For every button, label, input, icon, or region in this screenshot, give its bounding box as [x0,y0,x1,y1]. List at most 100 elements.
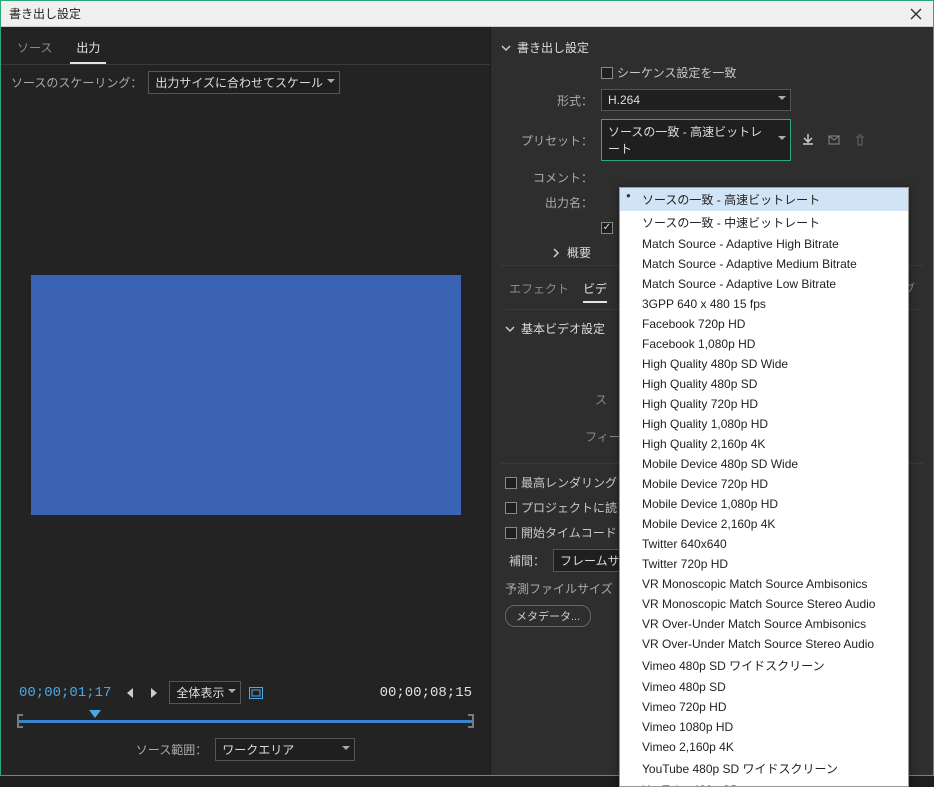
next-frame-icon[interactable] [145,684,163,702]
match-sequence-row: シーケンス設定を一致 [501,60,923,85]
preset-label: プリセット： [521,132,601,149]
preset-option[interactable]: Mobile Device 480p SD Wide [620,454,908,474]
output-name-label: 出力名： [521,194,601,211]
checkbox-icon [601,222,613,234]
preset-option[interactable]: Match Source - Adaptive Low Bitrate [620,274,908,294]
preset-option[interactable]: High Quality 480p SD [620,374,908,394]
preset-option[interactable]: Vimeo 480p SD [620,677,908,697]
prev-frame-icon[interactable] [121,684,139,702]
preset-dropdown[interactable]: ソースの一致 - 高速ビットレートソースの一致 - 中速ビットレートMatch … [619,187,909,787]
playbar: 00;00;01;17 全体表示 00;00;08;15 [1,675,490,775]
preset-option[interactable]: Mobile Device 1,080p HD [620,494,908,514]
import-preset-icon[interactable] [825,131,843,149]
tab-output[interactable]: 出力 [70,35,106,64]
preset-option[interactable]: High Quality 2,160p 4K [620,434,908,454]
preset-option[interactable]: Facebook 720p HD [620,314,908,334]
preset-option[interactable]: Mobile Device 720p HD [620,474,908,494]
scaling-label: ソースのスケーリング： [11,74,142,91]
preset-option[interactable]: VR Monoscopic Match Source Stereo Audio [620,594,908,614]
main-content: ソース 出力 ソースのスケーリング： 出力サイズに合わせてスケール 00;00;… [1,27,933,775]
read-project-label: プロジェクトに読 [521,499,617,516]
interp-label: 補間： [509,552,545,569]
preset-option[interactable]: Vimeo 720p HD [620,697,908,717]
preset-option[interactable]: VR Over-Under Match Source Ambisonics [620,614,908,634]
time-row: 00;00;01;17 全体表示 00;00;08;15 [13,679,478,706]
max-render-checkbox[interactable]: 最高レンダリング [505,470,617,495]
preset-option[interactable]: VR Over-Under Match Source Stereo Audio [620,634,908,654]
match-sequence-label: シーケンス設定を一致 [617,64,736,81]
preset-row: プリセット： ソースの一致 - 高速ビットレート [501,115,923,165]
track-line [17,720,474,723]
checkbox-icon [505,477,517,489]
match-sequence-checkbox[interactable]: シーケンス設定を一致 [601,64,736,81]
window-title: 書き出し設定 [9,5,907,22]
playhead-icon[interactable] [89,710,101,724]
tab-video[interactable]: ビデ [583,280,607,303]
format-label: 形式： [521,92,601,109]
summary-label: 概要 [567,244,591,261]
preset-option[interactable]: Twitter 640x640 [620,534,908,554]
source-range-select[interactable]: ワークエリア [215,738,355,761]
start-tc-label: 開始タイムコード [521,524,617,541]
preset-option[interactable]: Vimeo 1080p HD [620,717,908,737]
checkbox-icon [505,527,517,539]
source-range-row: ソース範囲： ワークエリア [13,732,478,767]
video-preview[interactable] [31,275,461,515]
aspect-ratio-icon[interactable] [247,684,265,702]
preset-option[interactable]: 3GPP 640 x 480 15 fps [620,294,908,314]
chevron-right-icon [551,248,561,258]
scaling-row: ソースのスケーリング： 出力サイズに合わせてスケール [1,65,490,100]
export-settings-window: 書き出し設定 ソース 出力 ソースのスケーリング： 出力サイズに合わせてスケール… [0,0,934,776]
preset-option[interactable]: ソースの一致 - 中速ビットレート [620,211,908,234]
comment-label: コメント： [521,169,601,186]
summary-toggle[interactable]: 概要 [551,244,591,261]
fit-select[interactable]: 全体表示 [169,681,241,704]
out-bracket[interactable] [468,714,474,728]
preset-option[interactable]: Facebook 1,080p HD [620,334,908,354]
right-panel: 書き出し設定 シーケンス設定を一致 形式： H.264 プリセット： ソースの一… [491,27,933,775]
basic-video-label: 基本ビデオ設定 [521,320,605,337]
preset-option[interactable]: High Quality 720p HD [620,394,908,414]
preset-option[interactable]: Mobile Device 2,160p 4K [620,514,908,534]
preset-option[interactable]: Twitter 720p HD [620,554,908,574]
tab-effects[interactable]: エフェクト [509,280,569,303]
preset-option[interactable]: Match Source - Adaptive High Bitrate [620,234,908,254]
close-button[interactable] [907,5,925,23]
preset-option[interactable]: VR Monoscopic Match Source Ambisonics [620,574,908,594]
left-panel: ソース 出力 ソースのスケーリング： 出力サイズに合わせてスケール 00;00;… [1,27,491,775]
preset-select[interactable]: ソースの一致 - 高速ビットレート [601,119,791,161]
timeline-track[interactable] [17,714,474,728]
max-render-label: 最高レンダリング [521,474,617,491]
preset-option[interactable]: YouTube 480p SD [620,780,908,787]
delete-preset-icon[interactable] [851,131,869,149]
save-preset-icon[interactable] [799,131,817,149]
preset-option[interactable]: Vimeo 480p SD ワイドスクリーン [620,654,908,677]
checkbox-icon [505,502,517,514]
export-settings-title: 書き出し設定 [517,39,589,56]
in-bracket[interactable] [17,714,23,728]
preset-option[interactable]: Vimeo 2,160p 4K [620,737,908,757]
chevron-down-icon [505,324,515,334]
chevron-down-icon [501,43,511,53]
close-icon [910,8,922,20]
preset-option[interactable]: ソースの一致 - 高速ビットレート [620,188,908,211]
left-tabs: ソース 出力 [1,35,490,65]
preset-option[interactable]: YouTube 480p SD ワイドスクリーン [620,757,908,780]
metadata-button[interactable]: メタデータ... [505,605,591,627]
preset-option[interactable]: High Quality 480p SD Wide [620,354,908,374]
format-select[interactable]: H.264 [601,89,791,111]
format-row: 形式： H.264 [501,85,923,115]
tab-source[interactable]: ソース [11,35,58,64]
preset-option[interactable]: High Quality 1,080p HD [620,414,908,434]
preset-icon-group [799,131,869,149]
fit-controls: 全体表示 [121,681,265,704]
preview-area [1,100,490,675]
read-project-checkbox[interactable]: プロジェクトに読 [505,495,617,520]
export-settings-header[interactable]: 書き出し設定 [501,35,923,60]
checkbox-icon [601,67,613,79]
scaling-select[interactable]: 出力サイズに合わせてスケール [148,71,340,94]
timecode-in[interactable]: 00;00;01;17 [19,685,111,701]
preset-option[interactable]: Match Source - Adaptive Medium Bitrate [620,254,908,274]
timecode-out: 00;00;08;15 [380,685,472,701]
start-tc-checkbox[interactable]: 開始タイムコード [505,520,617,545]
